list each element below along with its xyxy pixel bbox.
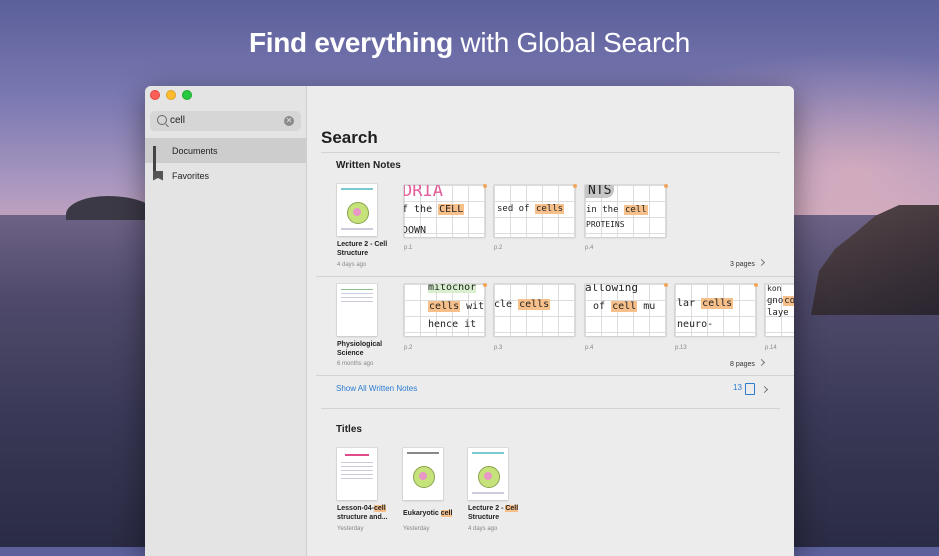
sidebar-item-favorites[interactable]: Favorites — [145, 163, 306, 188]
section-title-titles: Titles — [336, 424, 362, 435]
page-thumbnail[interactable]: allowing of cell mu — [585, 284, 666, 336]
minimize-window-button[interactable] — [166, 90, 176, 100]
document-thumbnail[interactable] — [337, 184, 377, 236]
page-thumbnail[interactable]: DRIA f the CELL DOWN — [404, 185, 485, 237]
document-name[interactable]: Lesson-04-cell structure and... — [337, 504, 397, 522]
document-date: 6 months ago — [337, 361, 374, 367]
divider — [316, 375, 794, 376]
bookmark-icon — [153, 170, 163, 181]
document-name[interactable]: Lecture 2 - Cell Structure — [337, 240, 397, 258]
headline-bold: Find everything — [248, 27, 453, 58]
page-thumbnail[interactable]: kon gnoco laye — [765, 284, 794, 336]
document-name[interactable]: Eukaryotic cell — [403, 509, 463, 518]
chevron-right-icon — [757, 258, 765, 267]
page-thumbnail[interactable]: mitochor cells wit hence it — [404, 284, 485, 336]
search-input[interactable] — [170, 113, 280, 128]
main-content: Search Written Notes Lecture 2 - Cell St… — [307, 86, 794, 556]
headline-rest: with Global Search — [452, 27, 691, 58]
sidebar-item-label: Favorites — [172, 170, 210, 181]
annotation-dot — [664, 283, 668, 287]
chevron-right-icon[interactable] — [760, 385, 769, 394]
zoom-window-button[interactable] — [182, 90, 192, 100]
document-date: 4 days ago — [337, 262, 367, 268]
divider — [321, 152, 780, 153]
page-label: p.2 — [404, 345, 413, 351]
annotation-dot — [483, 283, 487, 287]
written-notes-count[interactable]: 13 — [733, 383, 742, 392]
page-label: p.13 — [675, 345, 687, 351]
page-thumbnail[interactable]: lar cells neuro- — [675, 284, 756, 336]
close-window-button[interactable] — [150, 90, 160, 100]
document-date: Yesterday — [337, 526, 364, 532]
page-thumbnail[interactable]: cle cells — [494, 284, 575, 336]
page-thumbnail[interactable]: NTS in the cell PROTEINS — [585, 185, 666, 237]
annotation-dot — [664, 184, 668, 188]
pages-count-link[interactable]: 8 pages — [730, 358, 765, 368]
background-island — [66, 196, 156, 220]
app-window: ✕ Documents Favorites Search Written Not… — [145, 86, 794, 556]
document-thumbnail[interactable] — [468, 448, 508, 500]
document-icon — [745, 383, 755, 395]
grid-icon — [153, 145, 163, 173]
sidebar-item-label: Documents — [172, 145, 218, 156]
clear-search-icon[interactable]: ✕ — [284, 116, 294, 126]
page-thumbnail[interactable]: sed of cells — [494, 185, 575, 237]
page-label: p.2 — [494, 245, 503, 251]
divider — [316, 276, 794, 277]
page-label: p.1 — [404, 245, 413, 251]
search-icon — [157, 115, 167, 125]
section-title-written-notes: Written Notes — [336, 160, 401, 171]
page-title: Search — [321, 128, 378, 147]
document-thumbnail[interactable] — [337, 284, 377, 336]
sidebar: ✕ Documents Favorites — [145, 86, 307, 556]
divider — [321, 408, 780, 409]
headline: Find everything with Global Search — [0, 27, 939, 59]
document-date: Yesterday — [403, 526, 430, 532]
chevron-right-icon — [757, 358, 765, 367]
document-date: 4 days ago — [468, 526, 498, 532]
sidebar-item-documents[interactable]: Documents — [145, 138, 306, 173]
show-all-written-notes-link[interactable]: Show All Written Notes — [336, 384, 417, 393]
document-name[interactable]: Physiological Science — [337, 340, 397, 358]
document-name[interactable]: Lecture 2 - Cell Structure — [468, 504, 528, 522]
annotation-dot — [573, 184, 577, 188]
page-label: p.4 — [585, 245, 594, 251]
search-field[interactable]: ✕ — [150, 111, 301, 131]
window-controls — [150, 90, 192, 100]
page-label: p.3 — [494, 345, 503, 351]
annotation-dot — [483, 184, 487, 188]
pages-count-link[interactable]: 3 pages — [730, 258, 765, 268]
document-thumbnail[interactable] — [337, 448, 377, 500]
page-label: p.4 — [585, 345, 594, 351]
document-thumbnail[interactable] — [403, 448, 443, 500]
page-label: p.14 — [765, 345, 777, 351]
annotation-dot — [754, 283, 758, 287]
